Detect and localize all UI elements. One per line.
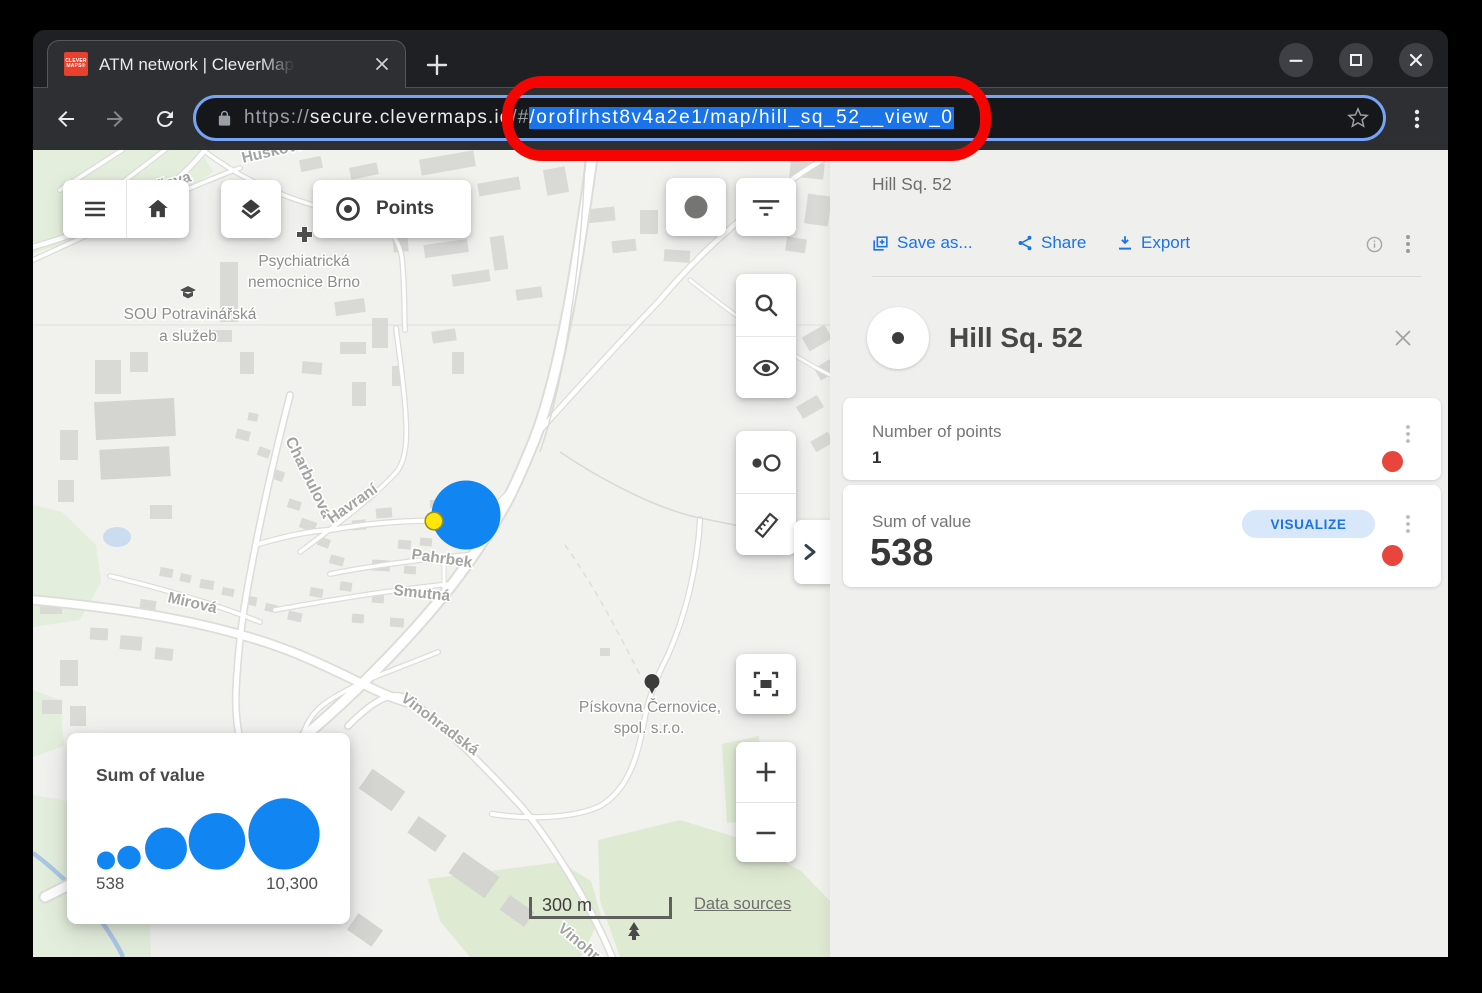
zoom-group	[736, 742, 796, 862]
save-as-link[interactable]: Save as...	[871, 233, 973, 253]
window-minimize-button[interactable]	[1279, 43, 1313, 77]
indicator-value: 1	[872, 448, 881, 468]
legend-min-value: 538	[96, 874, 124, 894]
browser-menu-icon[interactable]	[1406, 107, 1428, 131]
poi-label-school-1: SOU Potravinářská	[124, 306, 257, 323]
map-search-button[interactable]	[736, 274, 796, 336]
side-panel: Hill Sq. 52 Save as... Share Export H	[830, 150, 1448, 957]
view-title: Hill Sq. 52	[872, 174, 952, 195]
selection-title: Hill Sq. 52	[949, 322, 1083, 354]
window-close-button[interactable]	[1399, 43, 1433, 77]
poi-label-hospital-2: nemocnice Brno	[248, 274, 360, 291]
annotation-highlight-url	[502, 76, 991, 161]
export-link[interactable]: Export	[1116, 233, 1190, 253]
info-icon[interactable]	[1366, 236, 1383, 253]
poi-label-quarry-1: Pískovna Černovice,	[579, 699, 721, 716]
new-tab-icon[interactable]	[423, 51, 451, 79]
quarry-pin-icon	[644, 674, 659, 694]
bookmark-star-icon[interactable]	[1347, 107, 1369, 129]
legend-card: Sum of value 538 10,300	[67, 733, 350, 924]
school-icon	[180, 286, 196, 299]
panel-collapse-handle[interactable]	[794, 520, 830, 584]
selection-close-icon[interactable]	[1392, 327, 1414, 349]
street-label-vinohradska: Vinohradská	[398, 690, 483, 760]
selection-avatar	[867, 307, 929, 369]
share-label: Share	[1041, 233, 1086, 253]
map-canvas[interactable]: Huskova Řehořova Charbulova Havraní Pahr…	[33, 150, 830, 957]
street-label-charbulova: Charbulova	[281, 434, 335, 521]
browser-window: CLEVERMAPS® ATM network | CleverMaps	[33, 30, 1448, 957]
street-label-mirova: Mirová	[166, 589, 219, 617]
point-symbol-icon	[333, 194, 363, 224]
fit-bounds-button[interactable]	[736, 654, 796, 714]
visibility-button[interactable]	[736, 336, 796, 398]
export-icon	[1116, 234, 1134, 252]
legend-max-value: 10,300	[266, 874, 318, 894]
street-label-havrani: Havraní	[325, 480, 382, 527]
clevermaps-favicon: CLEVERMAPS®	[64, 52, 88, 76]
scale-bar: 300 m	[529, 897, 672, 919]
reload-icon[interactable]	[153, 107, 177, 131]
save-as-label: Save as...	[897, 233, 973, 253]
indicator-label: Number of points	[872, 422, 1001, 442]
chevron-right-icon	[801, 542, 819, 562]
lock-icon	[216, 110, 233, 127]
measure-button[interactable]	[736, 493, 796, 555]
legend-bubbles	[67, 733, 350, 924]
window-maximize-button[interactable]	[1339, 43, 1373, 77]
url-host: secure.clevermaps.io	[310, 107, 512, 128]
indicator-label: Sum of value	[872, 512, 971, 532]
share-icon	[1016, 234, 1034, 252]
bubbles-ruler-group	[736, 431, 796, 555]
browser-tab[interactable]: CLEVERMAPS® ATM network | CleverMaps	[47, 40, 406, 88]
street-label-huskova: Huskova	[240, 150, 307, 167]
filter-button[interactable]	[736, 178, 796, 236]
menu-home-group	[63, 180, 189, 238]
layers-button[interactable]	[221, 180, 281, 238]
export-label: Export	[1141, 233, 1190, 253]
save-as-icon	[871, 234, 890, 253]
card-menu-icon[interactable]	[1401, 513, 1415, 535]
points-layer-button[interactable]: Points	[313, 180, 471, 238]
data-sources-link[interactable]: Data sources	[694, 895, 791, 914]
hospital-icon	[297, 227, 312, 242]
selected-point-marker	[425, 512, 443, 530]
back-icon[interactable]	[54, 107, 78, 131]
zoom-in-button[interactable]	[736, 742, 796, 802]
point-style-button[interactable]	[666, 178, 726, 236]
poi-label-hospital-1: Psychiatrická	[258, 253, 350, 270]
poi-label-quarry-2: spol. s.r.o.	[614, 720, 685, 737]
poi-label-school-2: a služeb	[159, 328, 217, 345]
bubble-marker	[432, 481, 501, 550]
scale-bar-label: 300 m	[542, 895, 592, 916]
panel-menu-icon[interactable]	[1400, 233, 1416, 255]
zoom-out-button[interactable]	[736, 802, 796, 862]
home-button[interactable]	[126, 180, 189, 238]
forward-icon[interactable]	[103, 107, 127, 131]
url-scheme: https://	[244, 107, 310, 128]
tab-title: ATM network | CleverMaps	[99, 53, 297, 77]
indicator-value: 538	[870, 532, 933, 575]
visualize-chip[interactable]: VISUALIZE	[1242, 510, 1375, 538]
indicator-card-sum-of-value[interactable]: Sum of value 538 VISUALIZE	[843, 485, 1441, 587]
bubble-size-button[interactable]	[736, 431, 796, 493]
tab-close-icon[interactable]	[369, 51, 395, 77]
panel-divider	[872, 276, 1421, 277]
points-button-label: Points	[376, 198, 434, 220]
share-link[interactable]: Share	[1016, 233, 1086, 253]
status-dot	[1382, 451, 1403, 472]
indicator-card-number-of-points[interactable]: Number of points 1	[843, 398, 1441, 480]
status-dot	[1382, 545, 1403, 566]
menu-button[interactable]	[63, 180, 126, 238]
card-menu-icon[interactable]	[1401, 423, 1415, 445]
search-eye-group	[736, 274, 796, 398]
